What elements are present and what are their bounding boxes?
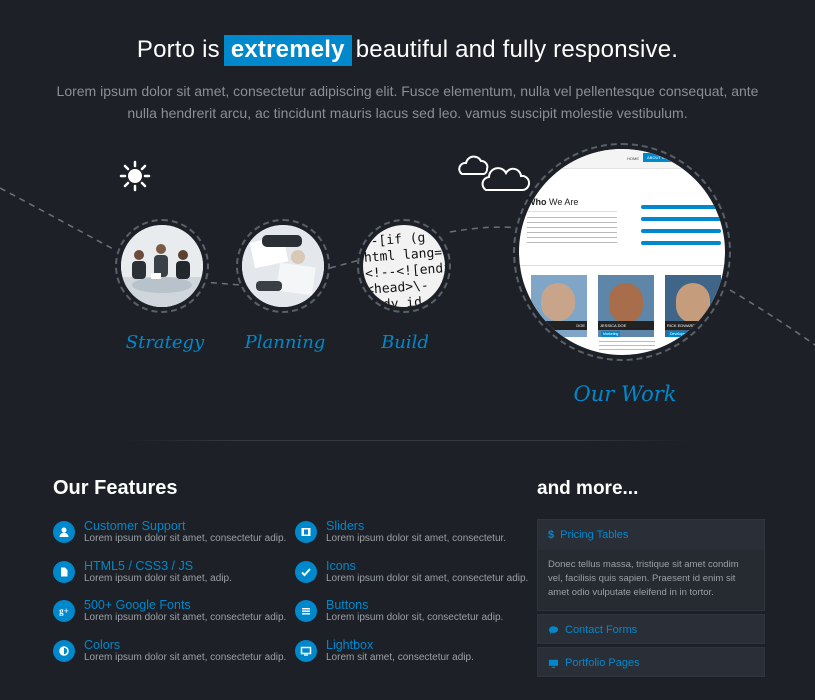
our-work-circle[interactable]: HOME ABOUT US Who We Are DOE JESSICA DOE…	[513, 143, 731, 361]
strategy-label[interactable]: Strategy	[120, 332, 210, 353]
check-icon	[295, 561, 317, 583]
panel-portfolio-pages[interactable]: Portfolio Pages	[537, 647, 765, 677]
preview-team-role: Marketing	[601, 331, 621, 337]
features-title-light: Our	[53, 477, 89, 499]
feature-title[interactable]: Colors	[84, 638, 120, 652]
preview-nav-about: ABOUT US	[643, 153, 672, 162]
user-group-icon	[53, 521, 75, 543]
feature-title[interactable]: 500+ Google Fonts	[84, 598, 191, 612]
feature-customer-support[interactable]: Customer Support Lorem ipsum dolor sit a…	[53, 519, 293, 553]
panel-title[interactable]: Contact Forms	[565, 624, 637, 636]
feature-desc: Lorem ipsum dolor sit amet, consectetur …	[326, 573, 529, 584]
feature-lightbox[interactable]: Lightbox Lorem sit amet, consectetur adi…	[295, 638, 535, 672]
feature-html5[interactable]: HTML5 / CSS3 / JS Lorem ipsum dolor sit …	[53, 559, 293, 593]
monitor-icon	[548, 659, 559, 668]
section-divider	[125, 440, 690, 441]
chat-icon	[548, 626, 559, 635]
list-icon	[295, 600, 317, 622]
feature-title[interactable]: Buttons	[326, 598, 368, 612]
strategy-circle[interactable]	[115, 219, 209, 313]
build-label[interactable]: Build	[360, 332, 450, 353]
planning-label[interactable]: Planning	[240, 332, 330, 353]
preview-team-name: JESSICA DOE	[598, 321, 654, 330]
more-title: and more...	[537, 478, 639, 499]
feature-desc: Lorem ipsum dolor sit amet, consectetur …	[84, 612, 287, 623]
dollar-icon: $	[548, 529, 555, 541]
planning-circle[interactable]	[236, 219, 330, 313]
feature-desc: Lorem ipsum dolor sit amet, consectetur …	[84, 652, 287, 663]
feature-sliders[interactable]: Sliders Lorem ipsum dolor sit amet, cons…	[295, 519, 535, 553]
google-plus-icon: g+	[53, 600, 75, 622]
feature-colors[interactable]: Colors Lorem ipsum dolor sit amet, conse…	[53, 638, 293, 672]
panel-header[interactable]: Contact Forms	[538, 615, 764, 645]
panel-header[interactable]: $ Pricing Tables	[538, 520, 764, 550]
panel-contact-forms[interactable]: Contact Forms	[537, 614, 765, 644]
preview-team-role: Developer	[668, 331, 688, 337]
hero-subtitle: Lorem ipsum dolor sit amet, consectetur …	[56, 83, 759, 121]
panel-title[interactable]: Pricing Tables	[560, 529, 628, 541]
feature-title[interactable]: Customer Support	[84, 519, 185, 533]
panel-header[interactable]: Portfolio Pages	[538, 648, 764, 678]
preview-heading-rest: We Are	[549, 197, 579, 207]
feature-google-fonts[interactable]: g+ 500+ Google Fonts Lorem ipsum dolor s…	[53, 598, 293, 632]
preview-heading-bold: Who	[527, 197, 547, 207]
preview-team-name: RICK EDWARD DOE	[665, 321, 721, 330]
panel-pricing-tables[interactable]: $ Pricing Tables Donec tellus massa, tri…	[537, 519, 765, 611]
feature-title[interactable]: Sliders	[326, 519, 364, 533]
preview-nav-home: HOME	[627, 156, 639, 161]
panel-body: Donec tellus massa, tristique sit amet c…	[538, 550, 764, 610]
feature-buttons[interactable]: Buttons Lorem ipsum dolor sit, consectet…	[295, 598, 535, 632]
film-icon	[295, 521, 317, 543]
build-image: --[if (g html lang= <!--<![endi <head>\-…	[363, 225, 445, 307]
hero-title-before: Porto is	[136, 36, 220, 63]
feature-icons[interactable]: Icons Lorem ipsum dolor sit amet, consec…	[295, 559, 535, 593]
feature-desc: Lorem ipsum dolor sit amet, adip.	[84, 573, 232, 584]
feature-title[interactable]: Lightbox	[326, 638, 373, 652]
features-title-bold: Features	[94, 477, 178, 499]
sun-icon	[119, 160, 151, 192]
strategy-image	[121, 225, 203, 307]
panel-title[interactable]: Portfolio Pages	[565, 657, 640, 669]
feature-desc: Lorem ipsum dolor sit amet, consectetur …	[84, 533, 287, 544]
contrast-icon	[53, 640, 75, 662]
our-work-preview: HOME ABOUT US Who We Are DOE JESSICA DOE…	[519, 149, 725, 355]
monitor-icon	[295, 640, 317, 662]
file-icon	[53, 561, 75, 583]
hero-title-highlight: extremely	[223, 35, 352, 66]
feature-title[interactable]: HTML5 / CSS3 / JS	[84, 559, 193, 573]
hero-title: Porto is extremely beautiful and fully res…	[0, 35, 815, 66]
build-circle[interactable]: --[if (g html lang= <!--<![endi <head>\-…	[357, 219, 451, 313]
feature-title[interactable]: Icons	[326, 559, 356, 573]
feature-desc: Lorem ipsum dolor sit amet, consectetur.	[326, 533, 507, 544]
preview-team-name: DOE	[531, 321, 587, 330]
features-title: Our Features	[53, 477, 178, 500]
feature-desc: Lorem sit amet, consectetur adip.	[326, 652, 474, 663]
feature-desc: Lorem ipsum dolor sit, consectetur adip.	[326, 612, 504, 623]
our-work-label[interactable]: Our Work	[560, 382, 690, 406]
planning-image	[242, 225, 324, 307]
hero-title-after: beautiful and fully responsive.	[355, 36, 679, 63]
